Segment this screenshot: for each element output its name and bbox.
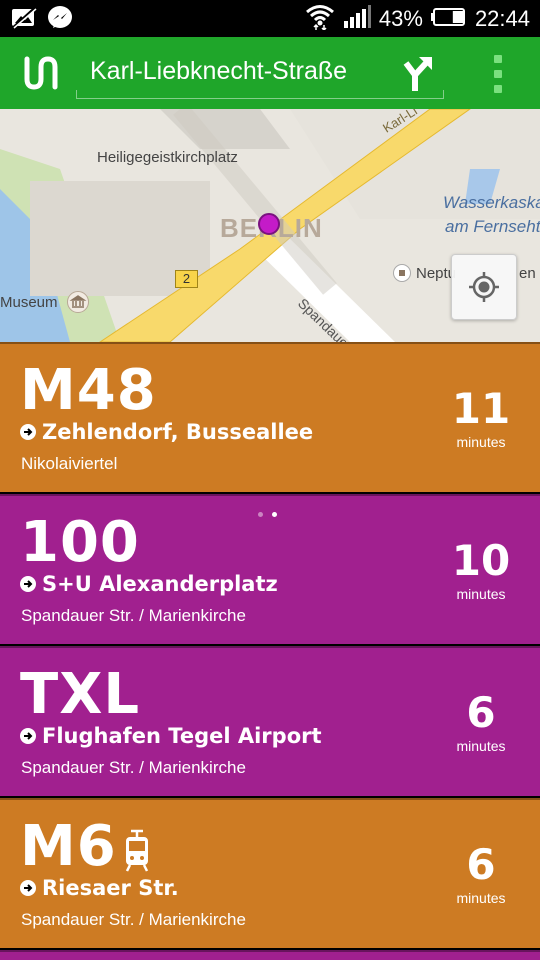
menu-dot bbox=[494, 85, 502, 93]
clock: 22:44 bbox=[474, 6, 530, 31]
map-label-water: Wasserkaska bbox=[443, 193, 540, 212]
minutes-unit: minutes bbox=[456, 738, 506, 754]
overflow-menu-button[interactable] bbox=[488, 55, 508, 93]
minutes-value: 6 bbox=[466, 688, 496, 737]
departure-card-partial[interactable] bbox=[0, 950, 540, 960]
map-label-poi-2: en bbox=[519, 265, 536, 282]
signal-icon bbox=[343, 5, 371, 33]
departure-card[interactable]: 100 S+U Alexanderplatz Spandauer Str. / … bbox=[0, 494, 540, 644]
line-number: M48 bbox=[20, 358, 157, 423]
line-number-text: M6 bbox=[20, 814, 117, 879]
poi-icon bbox=[393, 264, 411, 282]
departure-card[interactable]: TXL Flughafen Tegel Airport Spandauer St… bbox=[0, 646, 540, 796]
stop-name: Spandauer Str. / Marienkirche bbox=[21, 606, 246, 625]
destination-label: Flughafen Tegel Airport bbox=[42, 724, 322, 748]
countdown: 6 minutes bbox=[446, 688, 516, 755]
stop-name: Nikolaiviertel bbox=[21, 454, 118, 473]
map-label-square: Heiligegeistkirchplatz bbox=[97, 149, 238, 166]
destination: Zehlendorf, Busseallee bbox=[20, 420, 313, 444]
direction-arrow-icon bbox=[20, 576, 36, 592]
countdown: 6 minutes bbox=[446, 840, 516, 907]
destination: S+U Alexanderplatz bbox=[20, 572, 278, 596]
battery-icon bbox=[430, 7, 467, 31]
my-location-icon bbox=[469, 272, 499, 302]
destination-label: Zehlendorf, Busseallee bbox=[42, 420, 314, 444]
minutes-unit: minutes bbox=[456, 890, 506, 906]
menu-dot bbox=[494, 70, 502, 78]
my-location-button[interactable] bbox=[451, 254, 517, 320]
direction-arrow-icon bbox=[20, 424, 36, 440]
map-label-museum: Museum bbox=[0, 294, 58, 311]
stop-name: Spandauer Str. / Marienkirche bbox=[21, 758, 246, 777]
status-bar: 43% 22:44 bbox=[0, 0, 540, 37]
stop-name: Spandauer Str. / Marienkirche bbox=[21, 910, 246, 929]
minutes-value: 10 bbox=[451, 536, 511, 585]
menu-dot bbox=[494, 55, 502, 63]
countdown: 11 minutes bbox=[446, 384, 516, 451]
minutes-value: 11 bbox=[451, 384, 511, 433]
directions-button[interactable] bbox=[402, 57, 434, 91]
picture-notification-icon bbox=[10, 5, 38, 31]
departure-card[interactable]: M6 Riesaer Str. Spandauer Str. / Marienk… bbox=[0, 798, 540, 948]
directions-icon bbox=[403, 57, 432, 91]
wifi-icon bbox=[305, 4, 335, 34]
stop-search-field[interactable] bbox=[76, 49, 444, 99]
battery-percent: 43% bbox=[378, 6, 423, 31]
direction-arrow-icon bbox=[20, 728, 36, 744]
line-number: TXL bbox=[20, 662, 141, 727]
app-logo-icon[interactable] bbox=[22, 55, 60, 91]
departure-card[interactable]: M48 Zehlendorf, Busseallee Nikolaivierte… bbox=[0, 342, 540, 492]
page-dot bbox=[258, 512, 263, 517]
destination: Flughafen Tegel Airport bbox=[20, 724, 322, 748]
line-number: 100 bbox=[20, 510, 140, 575]
map-view[interactable]: Heiligegeistkirchplatz BERLIN Wasserkask… bbox=[0, 109, 540, 342]
map-label-water-2: am Fernseht bbox=[445, 217, 540, 236]
minutes-unit: minutes bbox=[456, 434, 506, 450]
departures-list[interactable]: M48 Zehlendorf, Busseallee Nikolaivierte… bbox=[0, 342, 540, 960]
destination-label: S+U Alexanderplatz bbox=[42, 572, 278, 596]
minutes-value: 6 bbox=[466, 840, 496, 889]
page-dot bbox=[272, 512, 277, 517]
messenger-icon bbox=[46, 5, 74, 31]
museum-icon bbox=[67, 291, 89, 313]
minutes-unit: minutes bbox=[456, 586, 506, 602]
page-indicator bbox=[258, 512, 277, 517]
countdown: 10 minutes bbox=[446, 536, 516, 603]
notification-icons bbox=[10, 5, 74, 31]
destination-label: Riesaer Str. bbox=[42, 876, 179, 900]
app-bar bbox=[0, 37, 540, 109]
destination: Riesaer Str. bbox=[20, 876, 179, 900]
road-number-badge: 2 bbox=[175, 270, 198, 288]
stop-search-input[interactable] bbox=[90, 57, 430, 86]
direction-arrow-icon bbox=[20, 880, 36, 896]
stop-marker[interactable] bbox=[258, 213, 280, 235]
